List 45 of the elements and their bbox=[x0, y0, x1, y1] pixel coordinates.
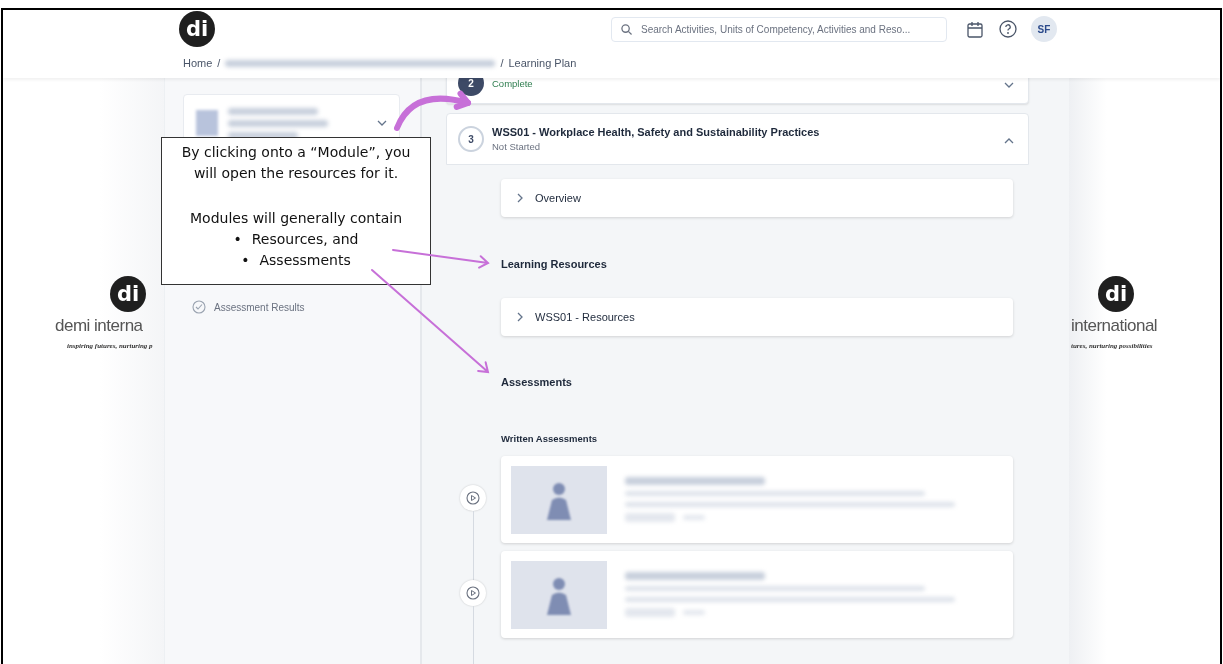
annotation-text: Modules will generally contain bbox=[189, 209, 403, 228]
annotation-text: By clicking onto a “Module”, you will open the resources for it. bbox=[180, 143, 412, 183]
play-icon bbox=[466, 586, 480, 600]
logo-mark: di bbox=[1098, 276, 1134, 312]
module-card[interactable]: 2 Complete bbox=[446, 78, 1029, 104]
accordion-item[interactable]: WSS01 - Resources bbox=[501, 298, 1013, 336]
chevron-down-icon[interactable] bbox=[1004, 82, 1014, 88]
module-title: WSS01 - Workplace Health, Safety and Sustainability Practices bbox=[492, 126, 821, 138]
play-button[interactable] bbox=[460, 485, 486, 511]
course-thumbnail bbox=[196, 110, 218, 136]
check-circle-icon bbox=[192, 300, 206, 314]
chevron-down-icon[interactable] bbox=[377, 120, 387, 126]
breadcrumb-link[interactable]: Home bbox=[183, 57, 213, 69]
subsection-heading: Written Assessments bbox=[501, 433, 599, 444]
module-card[interactable]: 3 WSS01 - Workplace Health, Safety and Sustainability Practices Not Started bbox=[446, 113, 1029, 165]
logo-mark: di bbox=[110, 276, 146, 312]
play-icon bbox=[466, 491, 480, 505]
breadcrumb-current: Learning Plan bbox=[508, 57, 577, 69]
chevron-up-icon[interactable] bbox=[1004, 138, 1014, 144]
search-field[interactable]: Search Activities, Units of Competency, Activities and Reso... bbox=[611, 16, 947, 42]
module-status: Complete bbox=[492, 78, 534, 89]
breadcrumb-separator: / bbox=[217, 57, 221, 69]
accordion-item[interactable]: Overview bbox=[501, 179, 1013, 217]
calendar-icon[interactable] bbox=[967, 20, 983, 38]
section-heading: Assessments bbox=[501, 376, 573, 388]
step-number: 3 bbox=[458, 126, 484, 152]
section-heading: Learning Resources bbox=[501, 258, 608, 270]
annotation-text: Assessments bbox=[259, 251, 351, 270]
chevron-right-icon bbox=[517, 193, 523, 203]
bullet: • bbox=[241, 251, 250, 270]
accordion-label: WSS01 - Resources bbox=[535, 311, 635, 323]
help-icon[interactable] bbox=[999, 20, 1017, 38]
logo-wordmark: demi interna bbox=[54, 316, 144, 336]
module-status: Not Started bbox=[492, 141, 542, 152]
bullet: • bbox=[233, 230, 242, 249]
user-avatar[interactable]: SF bbox=[1031, 16, 1057, 42]
play-button[interactable] bbox=[460, 580, 486, 606]
sidebar-item[interactable]: Assessment Results bbox=[214, 301, 305, 313]
accordion-label: Overview bbox=[535, 192, 581, 204]
step-number: 2 bbox=[458, 78, 484, 96]
annotation-text: Resources, and bbox=[251, 230, 359, 249]
breadcrumb-separator: / bbox=[500, 57, 504, 69]
logo[interactable]: di bbox=[179, 11, 215, 47]
logo-wordmark: international bbox=[1070, 316, 1159, 336]
chevron-right-icon bbox=[517, 312, 523, 322]
